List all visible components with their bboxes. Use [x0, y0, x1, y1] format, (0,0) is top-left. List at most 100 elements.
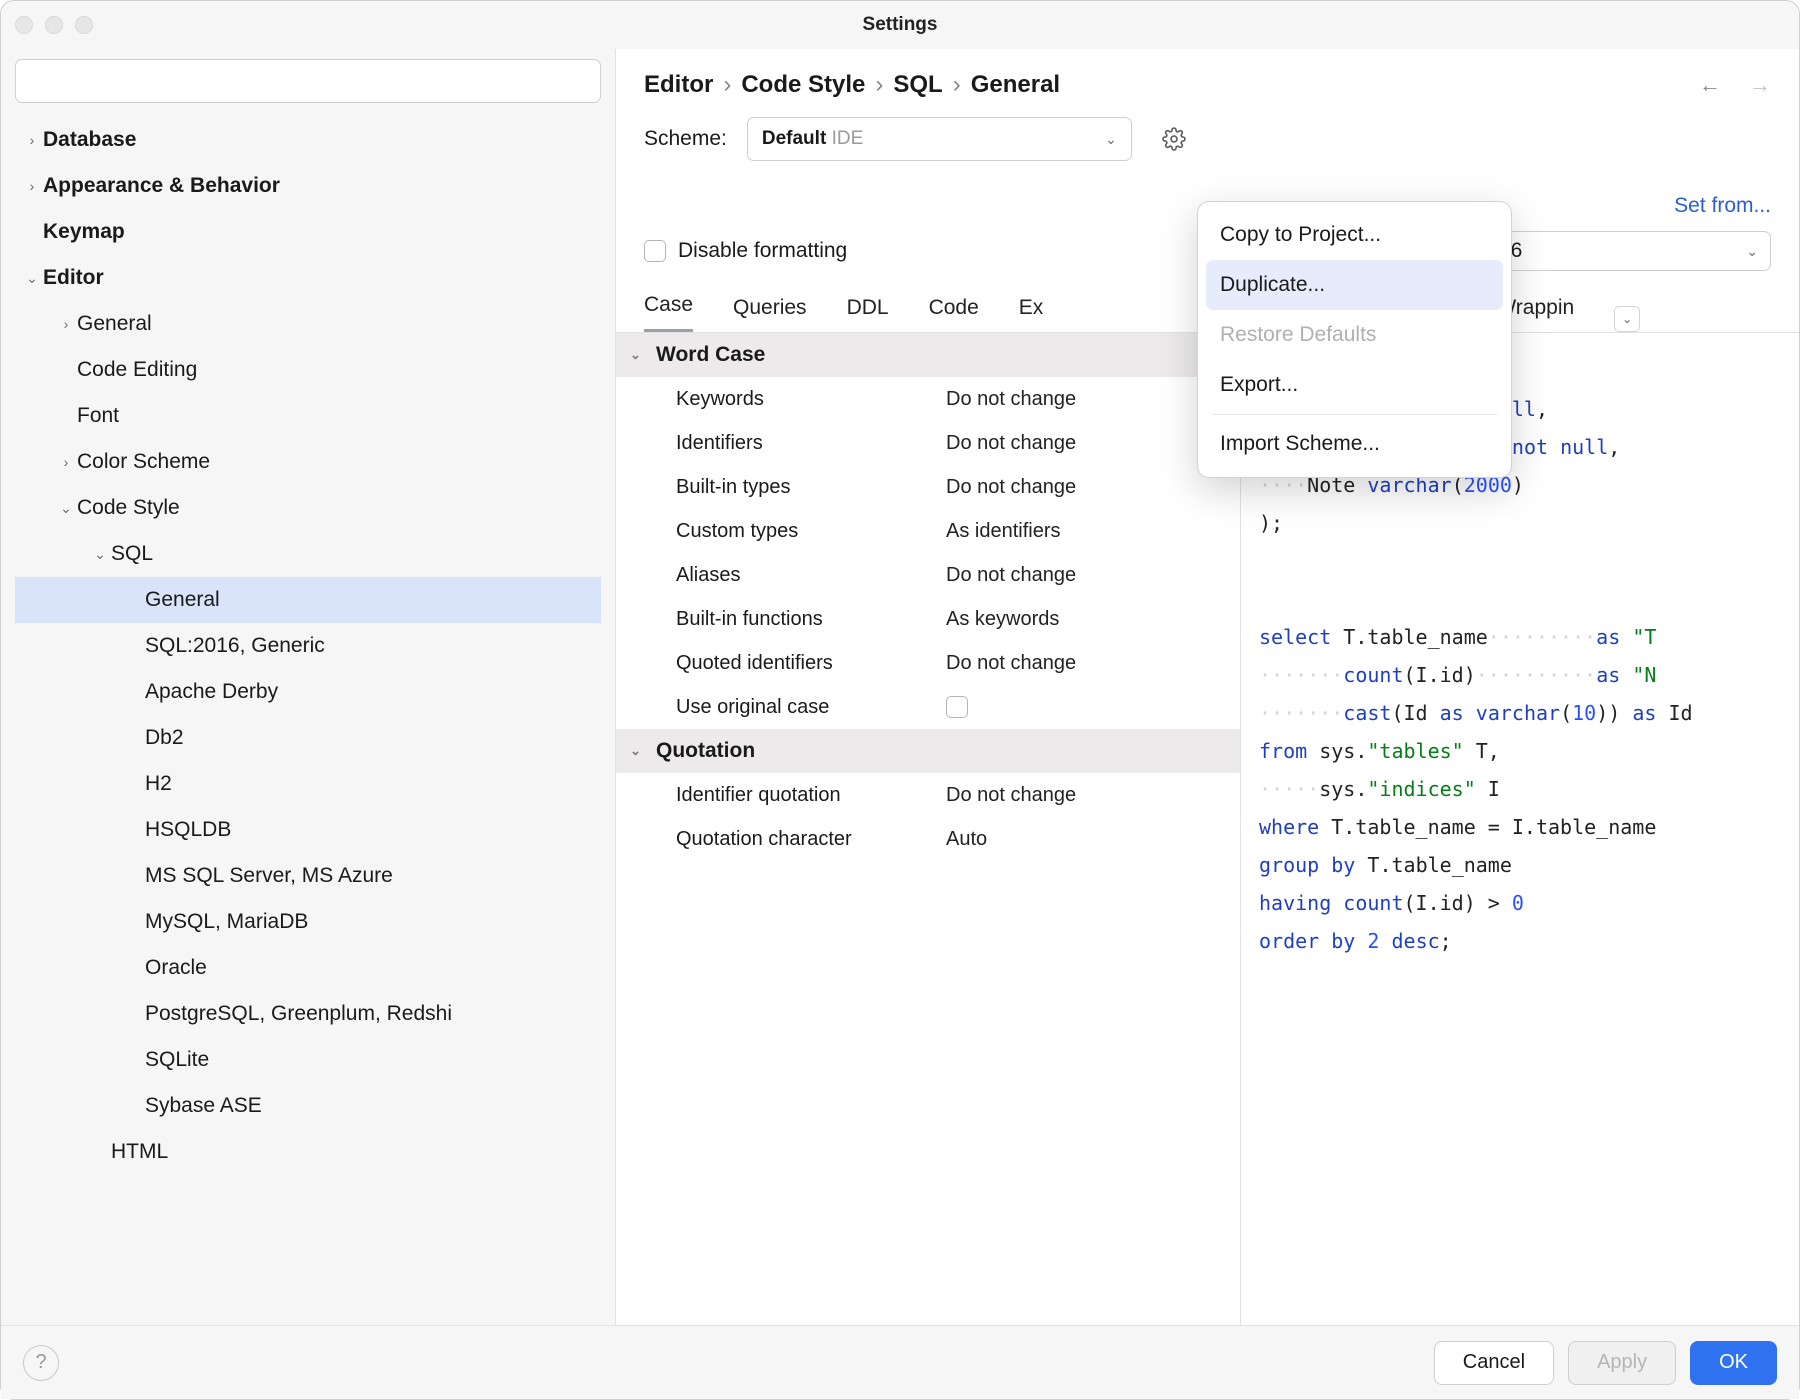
tree-item-keymap[interactable]: Keymap	[15, 209, 601, 255]
tree-item-database[interactable]: ›Database	[15, 117, 601, 163]
option-row[interactable]: Built-in functionsAs keywords	[616, 597, 1240, 641]
menu-item-copy-to-project[interactable]: Copy to Project...	[1198, 210, 1511, 260]
tab-ddl[interactable]: DDL	[847, 286, 889, 332]
option-label: Keywords	[616, 388, 946, 411]
back-button[interactable]: ←	[1699, 72, 1721, 98]
chevron-down-icon: ⌄	[1746, 243, 1758, 260]
option-label: Use original case	[616, 696, 946, 719]
option-label: Quoted identifiers	[616, 652, 946, 675]
cancel-button[interactable]: Cancel	[1434, 1341, 1554, 1385]
tree-item-oracle[interactable]: Oracle	[15, 945, 601, 991]
nav-buttons: ← →	[1699, 72, 1771, 98]
tree-item-apache-derby[interactable]: Apache Derby	[15, 669, 601, 715]
tree-item-general[interactable]: ›General	[15, 301, 601, 347]
tree-item-code-style[interactable]: ⌄Code Style	[15, 485, 601, 531]
code-preview: ···············not null,····Name varchar…	[1241, 380, 1799, 1325]
option-row[interactable]: Use original case	[616, 685, 1240, 729]
options-panel: ⌄Word CaseKeywordsDo not changeIdentifie…	[616, 333, 1241, 1325]
search-input[interactable]	[15, 59, 601, 103]
option-value: As keywords	[946, 608, 1059, 631]
option-row[interactable]: Quoted identifiersDo not change	[616, 641, 1240, 685]
scheme-name: Default	[762, 128, 826, 149]
tab-queries[interactable]: Queries	[733, 286, 807, 332]
tree-item-label: MS SQL Server, MS Azure	[145, 864, 393, 888]
chevron-down-icon: ⌄	[89, 546, 111, 563]
tab-case[interactable]: Case	[644, 283, 693, 333]
breadcrumb-item[interactable]: SQL	[893, 71, 942, 99]
chevron-down-icon: ⌄	[630, 743, 648, 759]
breadcrumb: Editor › Code Style › SQL › General	[644, 71, 1060, 99]
disable-formatting-checkbox[interactable]	[644, 240, 666, 262]
tab-expressions[interactable]: Ex	[1019, 286, 1044, 332]
option-label: Aliases	[616, 564, 946, 587]
option-row[interactable]: Quotation characterAuto	[616, 817, 1240, 861]
tabs-overflow-button[interactable]: ⌄	[1614, 306, 1640, 332]
tree-item-label: SQL:2016, Generic	[145, 634, 325, 658]
tree-item-postgresql-greenplum-redshi[interactable]: PostgreSQL, Greenplum, Redshi	[15, 991, 601, 1037]
tree-item-label: SQL	[111, 542, 153, 566]
breadcrumb-item[interactable]: Editor	[644, 71, 713, 99]
option-row[interactable]: Custom typesAs identifiers	[616, 509, 1240, 553]
tree-item-label: Sybase ASE	[145, 1094, 262, 1118]
breadcrumb-item[interactable]: Code Style	[741, 71, 865, 99]
preview-dialect-dropdown[interactable]: 16 ⌄	[1486, 231, 1771, 271]
tree-item-sqlite[interactable]: SQLite	[15, 1037, 601, 1083]
scheme-actions-button[interactable]	[1152, 117, 1196, 161]
tree-item-label: Appearance & Behavior	[43, 174, 280, 198]
option-group-header[interactable]: ⌄Quotation	[616, 729, 1240, 773]
tab-code[interactable]: Code	[929, 286, 979, 332]
tree-item-ms-sql-server-ms-azure[interactable]: MS SQL Server, MS Azure	[15, 853, 601, 899]
option-value: Do not change	[946, 432, 1076, 455]
tree-item-label: HSQLDB	[145, 818, 231, 842]
tree-item-label: Code Style	[77, 496, 180, 520]
option-row[interactable]: Built-in typesDo not change	[616, 465, 1240, 509]
set-from-link[interactable]: Set from...	[1674, 194, 1771, 218]
settings-sidebar: ▾ ›Database›Appearance & BehaviorKeymap⌄…	[1, 49, 616, 1325]
tree-item-db2[interactable]: Db2	[15, 715, 601, 761]
menu-item-import-scheme[interactable]: Import Scheme...	[1198, 419, 1511, 469]
tree-item-label: Apache Derby	[145, 680, 278, 704]
chevron-right-icon: ›	[953, 71, 961, 99]
option-group-header[interactable]: ⌄Word Case	[616, 333, 1240, 377]
ok-button[interactable]: OK	[1690, 1341, 1777, 1385]
tree-item-mysql-mariadb[interactable]: MySQL, MariaDB	[15, 899, 601, 945]
tree-item-h2[interactable]: H2	[15, 761, 601, 807]
tree-item-general[interactable]: General	[15, 577, 601, 623]
tree-item-sybase-ase[interactable]: Sybase ASE	[15, 1083, 601, 1129]
apply-button[interactable]: Apply	[1568, 1341, 1676, 1385]
menu-item-duplicate[interactable]: Duplicate...	[1206, 260, 1503, 310]
option-value: Do not change	[946, 388, 1076, 411]
tree-item-code-editing[interactable]: Code Editing	[15, 347, 601, 393]
menu-item-export[interactable]: Export...	[1198, 360, 1511, 410]
chevron-down-icon: ⌄	[21, 270, 43, 287]
breadcrumb-item: General	[971, 71, 1060, 99]
tree-item-label: Editor	[43, 266, 104, 290]
option-label: Quotation character	[616, 828, 946, 851]
scheme-dropdown[interactable]: Default IDE ⌄	[747, 117, 1132, 161]
option-row[interactable]: Identifier quotationDo not change	[616, 773, 1240, 817]
tree-item-appearance-behavior[interactable]: ›Appearance & Behavior	[15, 163, 601, 209]
settings-tree: ›Database›Appearance & BehaviorKeymap⌄Ed…	[15, 117, 601, 1325]
option-label: Built-in functions	[616, 608, 946, 631]
option-row[interactable]: KeywordsDo not change	[616, 377, 1240, 421]
tree-item-sql[interactable]: ⌄SQL	[15, 531, 601, 577]
chevron-right-icon: ›	[723, 71, 731, 99]
option-checkbox[interactable]	[946, 696, 968, 718]
tree-item-label: General	[77, 312, 152, 336]
option-row[interactable]: AliasesDo not change	[616, 553, 1240, 597]
tree-item-label: Font	[77, 404, 119, 428]
scheme-label: Scheme:	[644, 127, 727, 151]
tree-item-html[interactable]: HTML	[15, 1129, 601, 1175]
dialog-footer: ? Cancel Apply OK	[1, 1325, 1799, 1399]
tree-item-color-scheme[interactable]: ›Color Scheme	[15, 439, 601, 485]
tree-item-sql-2016-generic[interactable]: SQL:2016, Generic	[15, 623, 601, 669]
tree-item-hsqldb[interactable]: HSQLDB	[15, 807, 601, 853]
tree-item-editor[interactable]: ⌄Editor	[15, 255, 601, 301]
tree-item-font[interactable]: Font	[15, 393, 601, 439]
tree-item-label: Code Editing	[77, 358, 197, 382]
option-label: Identifiers	[616, 432, 946, 455]
help-button[interactable]: ?	[23, 1345, 59, 1381]
option-row[interactable]: IdentifiersDo not change	[616, 421, 1240, 465]
forward-button[interactable]: →	[1749, 72, 1771, 98]
option-value: Do not change	[946, 784, 1076, 807]
